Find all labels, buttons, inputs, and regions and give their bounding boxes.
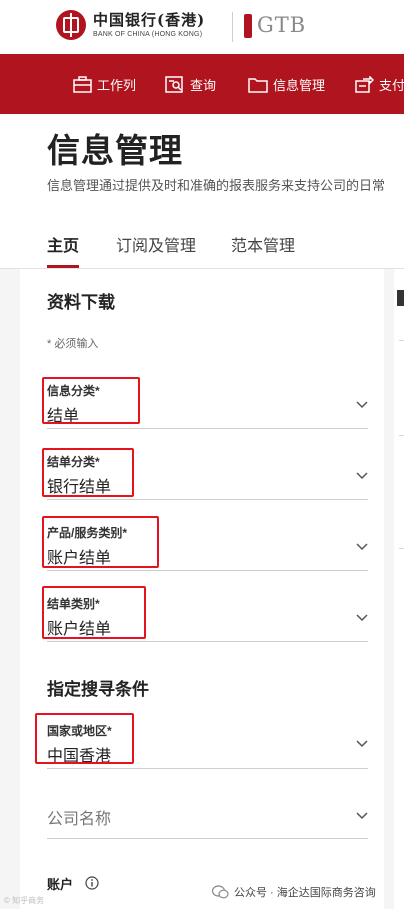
section-title-download: 资料下载 [47,293,115,312]
account-label: 账户 [47,877,74,892]
gtb-logo: GTB [257,13,307,37]
field-placeholder: 公司名称 [47,811,112,828]
side-card [394,269,404,909]
side-card-title [397,290,404,306]
annotation-box [42,516,159,568]
watermark-left: © 知乎商务 [4,896,45,905]
annotation-box [42,377,140,424]
chevron-down-icon [356,614,368,622]
section-title-search-criteria: 指定搜寻条件 [47,680,149,699]
nav-item-label: 支付 [379,77,404,93]
nav-item-info-management[interactable]: 信息管理 [248,54,325,114]
annotation-box [42,586,146,639]
chevron-down-icon [356,472,368,480]
top-header: 中国银行(香港) BANK OF CHINA (HONG KONG) GTB [0,0,404,54]
page-title: 信息管理 [47,132,183,169]
tab-subscription[interactable]: 订阅及管理 [116,232,196,256]
chevron-down-icon [356,543,368,551]
watermark-right: 公众号 · 海企达国际商务咨询 [212,884,376,900]
gtb-mark-icon [244,14,252,38]
tab-bar: 主页 订阅及管理 范本管理 [0,222,404,269]
nav-item-label: 工作列 [97,77,137,93]
chevron-down-icon [356,812,368,820]
chevron-down-icon [356,740,368,748]
tab-home[interactable]: 主页 [47,232,79,256]
wechat-icon [212,885,229,899]
annotation-box [42,448,134,497]
chevron-down-icon [356,401,368,409]
transfer-icon [355,75,374,93]
active-tab-indicator [47,265,79,268]
side-card-divider [399,340,404,341]
nav-item-query[interactable]: 查询 [165,54,216,114]
search-doc-icon [165,75,183,93]
company-name-select[interactable]: 公司名称 [47,791,368,839]
bank-name-en: BANK OF CHINA (HONG KONG) [93,31,203,38]
annotation-box [35,713,134,764]
required-note: * 必须输入 [47,338,99,350]
header-divider [232,12,233,42]
side-card-divider [399,548,404,549]
nav-item-label: 查询 [190,77,217,93]
folder-icon [248,77,268,93]
bank-name-cn: 中国银行(香港) [93,11,206,29]
page-description: 信息管理通过提供及时和准确的报表服务来支持公司的日常 [47,178,386,193]
nav-item-worklist[interactable]: 工作列 [73,54,136,114]
main-nav: 工作列 查询 信息管理 支付 [0,54,404,114]
info-icon[interactable] [85,876,99,890]
briefcase-icon [73,75,92,93]
watermark-text: 公众号 · 海企达国际商务咨询 [234,887,376,899]
nav-item-payment[interactable]: 支付 [355,54,404,114]
tab-template-management[interactable]: 范本管理 [231,232,295,256]
side-card-divider [399,435,404,436]
boc-logo-icon [56,10,86,40]
nav-item-label: 信息管理 [273,77,326,93]
